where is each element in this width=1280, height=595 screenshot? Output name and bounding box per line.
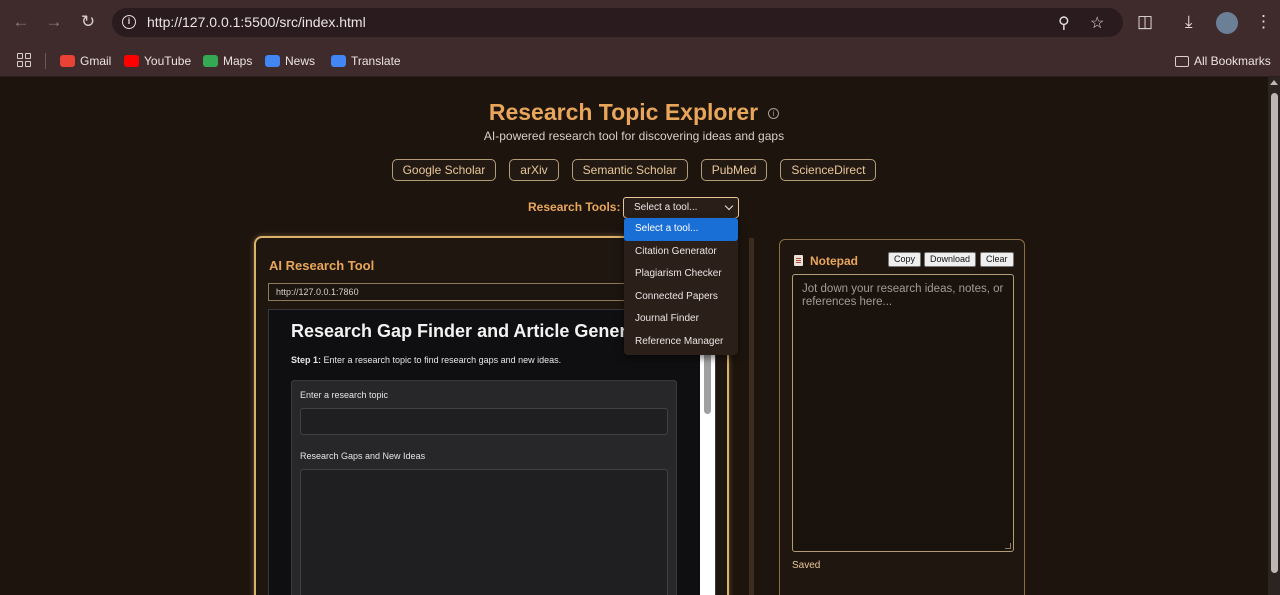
clear-button[interactable]: Clear <box>980 252 1014 267</box>
page-title: Research Topic Explorer <box>488 99 759 125</box>
research-tools-select[interactable]: Select a tool... <box>623 197 739 218</box>
bookmark-label: YouTube <box>144 54 192 68</box>
research-tools-dropdown: Select a tool... Citation Generator Plag… <box>624 217 738 355</box>
news-icon <box>265 55 280 67</box>
copy-button[interactable]: Copy <box>888 252 922 267</box>
notepad-textarea[interactable]: Jot down your research ideas, notes, or … <box>792 274 1014 552</box>
notepad-title: Notepad <box>810 254 858 268</box>
resize-grip-icon[interactable] <box>1005 543 1011 549</box>
resource-links: Google Scholar arXiv Semantic Scholar Pu… <box>0 159 1268 181</box>
reload-icon[interactable]: ↻ <box>77 11 99 33</box>
research-tools-label: Research Tools: <box>528 200 621 214</box>
tool-panel-title: AI Research Tool <box>269 258 375 273</box>
notepad-panel: Notepad Copy Download Clear Jot down you… <box>779 239 1025 595</box>
site-info-icon[interactable]: i <box>122 15 136 29</box>
address-bar[interactable]: i http://127.0.0.1:5500/src/index.html ⚲… <box>112 8 1123 37</box>
page-content: Research Topic Explorer i AI-powered rese… <box>0 77 1268 595</box>
bookmark-label: News <box>285 54 316 68</box>
step-instructions: Step 1: Enter a research topic to find r… <box>291 355 561 365</box>
frame-scroll-thumb[interactable] <box>704 347 711 414</box>
forward-icon[interactable]: → <box>43 11 65 33</box>
maps-icon <box>203 55 218 67</box>
address-url[interactable]: http://127.0.0.1:5500/src/index.html <box>147 14 366 30</box>
translate-icon <box>331 55 346 67</box>
bookmark-news[interactable]: News <box>265 50 315 72</box>
scroll-up-arrow-icon[interactable] <box>1270 80 1278 85</box>
page-subtitle: AI-powered research tool for discovering… <box>483 129 785 143</box>
bookmarks-divider <box>45 53 46 69</box>
page-scrollbar[interactable] <box>1268 77 1280 595</box>
app-title: Research Gap Finder and Article Generato… <box>291 321 661 341</box>
option-connected-papers[interactable]: Connected Papers <box>624 286 738 309</box>
research-gaps-output[interactable] <box>300 469 668 595</box>
research-topic-input[interactable] <box>300 408 668 435</box>
page-scroll-thumb[interactable] <box>1271 93 1278 573</box>
chevron-down-icon <box>724 201 734 211</box>
all-bookmarks-label: All Bookmarks <box>1194 54 1271 68</box>
topic-label: Enter a research topic <box>300 390 389 400</box>
all-bookmarks[interactable]: All Bookmarks <box>1175 50 1271 72</box>
bookmarks-bar: Gmail YouTube Maps News Translate All Bo… <box>0 45 1280 77</box>
info-icon[interactable]: i <box>768 108 780 120</box>
link-pubmed[interactable]: PubMed <box>700 159 768 181</box>
back-icon[interactable]: ← <box>10 11 32 33</box>
bookmark-gmail[interactable]: Gmail <box>60 50 111 72</box>
option-select-a-tool[interactable]: Select a tool... <box>624 218 738 241</box>
extensions-icon[interactable]: ◫ <box>1137 11 1153 33</box>
bookmark-youtube[interactable]: YouTube <box>124 50 191 72</box>
link-semantic-scholar[interactable]: Semantic Scholar <box>571 159 688 181</box>
bookmark-label: Translate <box>351 54 401 68</box>
notepad-placeholder: Jot down your research ideas, notes, or … <box>802 283 1004 308</box>
link-google-scholar[interactable]: Google Scholar <box>391 159 497 181</box>
gaps-label: Research Gaps and New Ideas <box>300 451 426 461</box>
download-icon[interactable]: ⤓ <box>1185 11 1193 33</box>
gmail-icon <box>60 55 75 67</box>
notepad-status: Saved <box>792 560 821 571</box>
link-sciencedirect[interactable]: ScienceDirect <box>780 159 877 181</box>
link-arxiv[interactable]: arXiv <box>509 159 559 181</box>
page-title-row: Research Topic Explorer i <box>0 99 1268 126</box>
profile-avatar[interactable] <box>1216 12 1238 34</box>
browser-toolbar: ← → ↻ i http://127.0.0.1:5500/src/index.… <box>0 0 1280 45</box>
step-text: Enter a research topic to find research … <box>321 355 562 365</box>
option-reference-manager[interactable]: Reference Manager <box>624 331 738 354</box>
youtube-icon <box>124 55 139 67</box>
zoom-icon[interactable]: ⚲ <box>1058 13 1070 33</box>
option-journal-finder[interactable]: Journal Finder <box>624 308 738 331</box>
bookmark-star-icon[interactable]: ☆ <box>1090 13 1104 33</box>
option-citation-generator[interactable]: Citation Generator <box>624 241 738 264</box>
apps-grid-icon[interactable] <box>17 53 31 67</box>
select-value: Select a tool... <box>634 202 698 213</box>
bookmark-label: Gmail <box>80 54 112 68</box>
bookmark-label: Maps <box>223 54 253 68</box>
panel-resize-handle[interactable] <box>749 238 754 595</box>
menu-kebab-icon[interactable]: ⋮ <box>1255 11 1272 33</box>
notepad-icon <box>794 255 803 266</box>
bookmark-translate[interactable]: Translate <box>331 50 401 72</box>
folder-icon <box>1175 55 1189 67</box>
option-plagiarism-checker[interactable]: Plagiarism Checker <box>624 263 738 286</box>
download-button[interactable]: Download <box>924 252 977 267</box>
step-label: Step 1: <box>291 355 322 365</box>
bookmark-maps[interactable]: Maps <box>203 50 252 72</box>
app-form-card: Enter a research topic Research Gaps and… <box>291 380 677 595</box>
